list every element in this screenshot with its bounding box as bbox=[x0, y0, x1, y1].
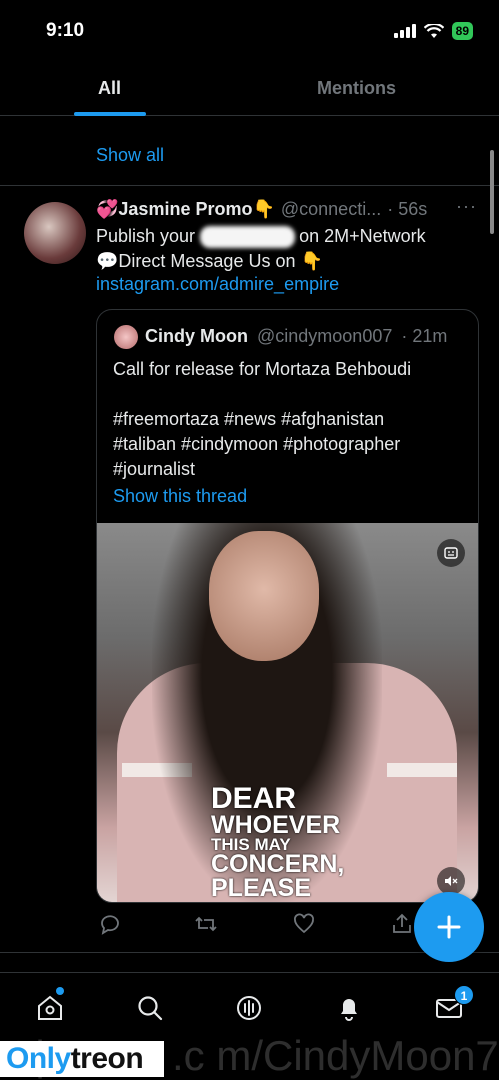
media-caption: DEAR WHOEVER THIS MAY CONCERN, PLEASE bbox=[211, 782, 344, 903]
spaces-icon[interactable] bbox=[234, 993, 264, 1023]
watermark-logo: Only treon bbox=[0, 1041, 164, 1077]
quote-author-name: Cindy Moon bbox=[145, 326, 248, 346]
share-icon[interactable] bbox=[390, 912, 414, 936]
messages-badge: 1 bbox=[454, 985, 474, 1005]
notification-tabs: All Mentions bbox=[0, 62, 499, 116]
like-icon[interactable] bbox=[292, 912, 316, 936]
status-bar: 9:10 89 bbox=[0, 0, 499, 62]
watermark-text: .c m/CindyMoon7 bbox=[172, 1032, 499, 1079]
caption-line1: DEAR bbox=[211, 782, 297, 815]
cellular-signal-icon bbox=[393, 24, 416, 38]
battery-indicator: 89 bbox=[451, 22, 473, 40]
tweet-text-line1-end: on 2M+Network bbox=[299, 226, 426, 246]
status-icons: 89 bbox=[393, 22, 473, 40]
author-handle[interactable]: @connecti... bbox=[281, 199, 381, 220]
quote-header: Cindy Moon @cindymoon007 · 21m bbox=[145, 326, 447, 347]
tweet-actions bbox=[96, 912, 426, 940]
retweet-icon[interactable] bbox=[194, 912, 218, 936]
search-icon[interactable] bbox=[135, 993, 165, 1023]
caption-line5: PLEASE bbox=[211, 874, 312, 903]
scrollbar[interactable] bbox=[490, 150, 494, 234]
reply-icon[interactable] bbox=[98, 912, 122, 936]
quote-hashtags-line3: #journalist bbox=[113, 459, 196, 479]
status-time: 9:10 bbox=[46, 20, 85, 41]
show-thread-link[interactable]: Show this thread bbox=[113, 486, 247, 507]
media-sleeve-right bbox=[387, 763, 457, 777]
tweet-link[interactable]: instagram.com/admire_empire bbox=[96, 274, 339, 295]
active-tab-indicator bbox=[74, 112, 146, 116]
quote-hashtags-line1: #freemortaza #news #afghanistan bbox=[113, 409, 385, 429]
author-name[interactable]: 💞Jasmine Promo👇 bbox=[96, 199, 275, 220]
avatar[interactable] bbox=[24, 202, 86, 264]
show-all-link[interactable]: Show all bbox=[96, 145, 164, 166]
tweet-text-line1: Publish your bbox=[96, 226, 196, 246]
logo-only: Only bbox=[6, 1042, 71, 1075]
wifi-icon bbox=[423, 23, 444, 38]
quote-text: Call for release for Mortaza Behboudi #f… bbox=[113, 357, 463, 482]
quote-hashtags-line2: #taliban #cindymoon #photographer bbox=[113, 434, 401, 454]
logo-treon: treon bbox=[70, 1042, 144, 1075]
quote-text-spacer bbox=[113, 382, 463, 407]
compose-tweet-button[interactable] bbox=[414, 892, 484, 962]
media-face bbox=[209, 531, 319, 661]
tweet-time: · 56s bbox=[387, 199, 428, 219]
bottom-nav: 1 bbox=[0, 972, 499, 1038]
quote-time: · 21m bbox=[401, 326, 448, 346]
more-options-icon[interactable]: ··· bbox=[456, 196, 477, 217]
quote-avatar bbox=[114, 325, 138, 349]
quote-media-video[interactable]: DEAR WHOEVER THIS MAY CONCERN, PLEASE bbox=[97, 523, 478, 903]
tweet-header: 💞Jasmine Promo👇 @connecti... · 56s bbox=[96, 199, 481, 220]
home-notification-dot bbox=[56, 987, 64, 995]
divider bbox=[0, 185, 499, 186]
redaction-blur bbox=[200, 226, 295, 248]
caption-line2: WHOEVER bbox=[211, 810, 341, 839]
captions-icon[interactable] bbox=[437, 539, 465, 567]
plus-icon bbox=[437, 915, 461, 939]
quoted-tweet[interactable]: Cindy Moon @cindymoon007 · 21m Call for … bbox=[96, 309, 479, 903]
quote-author-handle: @cindymoon007 bbox=[257, 326, 393, 346]
tab-mentions[interactable]: Mentions bbox=[317, 78, 396, 99]
notifications-icon[interactable] bbox=[334, 993, 364, 1023]
quote-text-line: Call for release for Mortaza Behboudi bbox=[113, 359, 412, 379]
home-icon[interactable] bbox=[35, 993, 65, 1023]
mute-icon[interactable] bbox=[437, 867, 465, 895]
tab-all[interactable]: All bbox=[98, 78, 121, 99]
tweet-text-line2: 💬Direct Message Us on 👇 bbox=[96, 251, 323, 271]
